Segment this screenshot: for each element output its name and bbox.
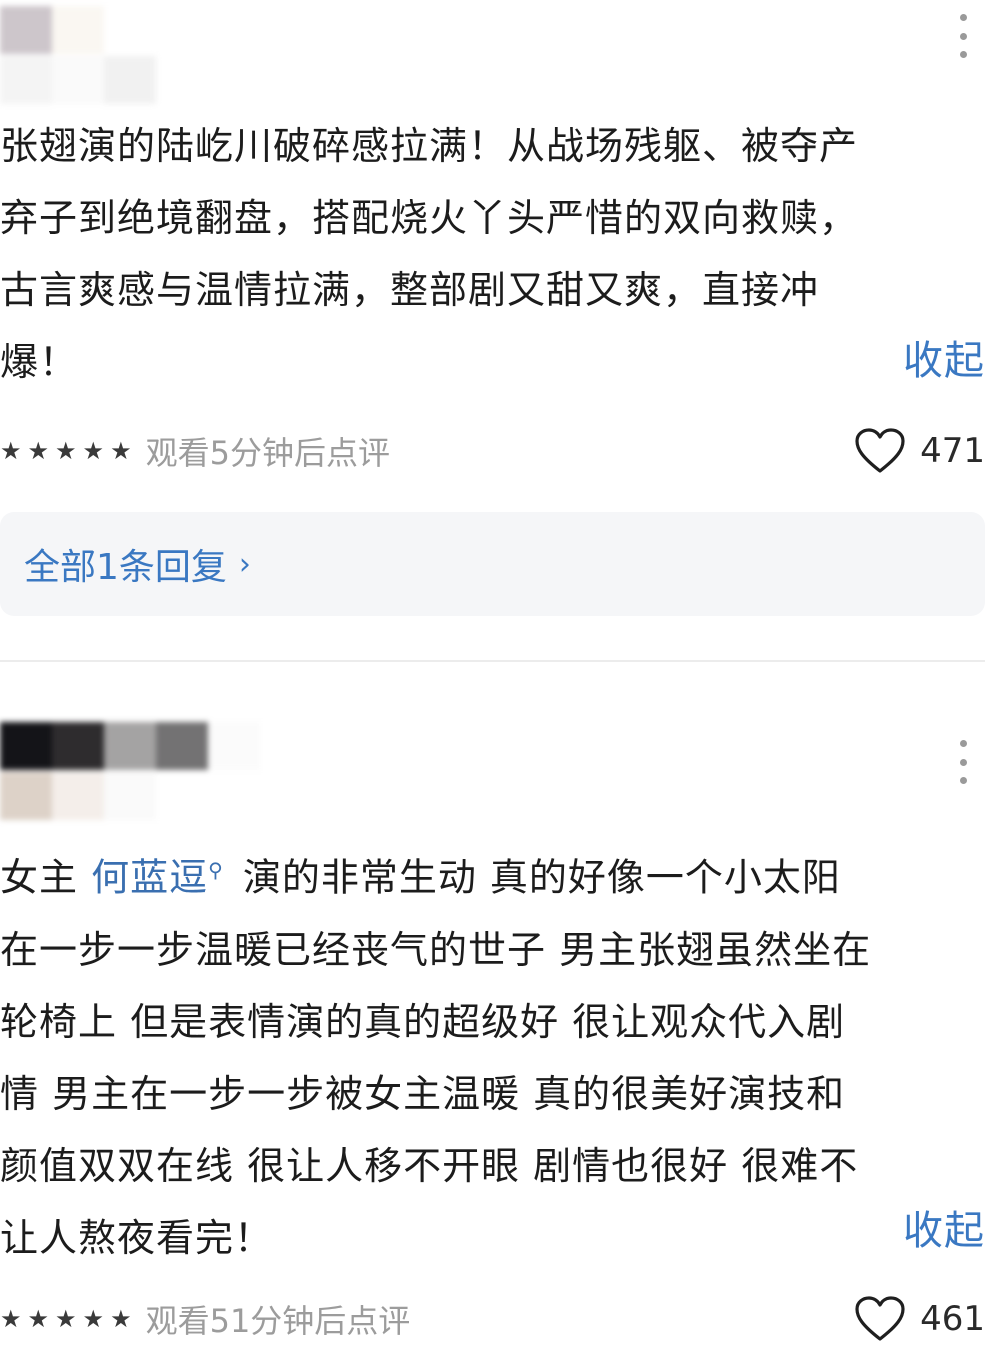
more-options-icon[interactable] [955, 14, 971, 58]
replies-link[interactable]: 全部1条回复 [24, 538, 227, 590]
like-button[interactable]: 461 [854, 1294, 985, 1344]
comment-line: 女主 何蓝逗⚲ 演的非常生动 真的好像一个小太阳 [0, 834, 970, 914]
comment-meta: ★ ★ ★ ★ ★ 观看51分钟后点评 461 [0, 1294, 985, 1344]
comment-line: 张翅演的陆屹川破碎感拉满！从战场残躯、被夺产 [0, 124, 859, 168]
watch-time-note: 观看51分钟后点评 [145, 1302, 411, 1340]
comment-line: 颜值双双在线 很让人移不开眼 剧情也很好 很难不 [0, 1143, 859, 1188]
star-icon: ★ [0, 1305, 22, 1333]
star-icon: ★ [82, 437, 105, 465]
comment-line: 弃子到绝境翻盘，搭配烧火丫头严惜的双向救赎， [0, 196, 859, 240]
search-magnifier-icon[interactable]: ⚲ [208, 858, 224, 882]
comment-item: 女主 何蓝逗⚲ 演的非常生动 真的好像一个小太阳 在一步一步温暖已经丧气的世子 … [0, 662, 985, 1347]
star-icon: ★ [110, 437, 132, 465]
watch-time-note: 观看5分钟后点评 [145, 434, 390, 472]
comment-line: 在一步一步温暖已经丧气的世子 男主张翅虽然坐在 [0, 927, 872, 972]
star-icon: ★ [0, 437, 22, 465]
star-icon: ★ [82, 1305, 105, 1333]
comment-line: 让人熬夜看完！ [0, 1215, 274, 1260]
view-replies-button[interactable]: 全部1条回复 › [0, 512, 985, 616]
more-options-icon[interactable] [955, 740, 971, 784]
star-rating: ★ ★ ★ ★ ★ [0, 439, 132, 463]
collapse-button[interactable]: 收起 [903, 1198, 985, 1256]
like-count: 471 [920, 431, 985, 471]
comment-line-prefix: 女主 [0, 855, 92, 900]
star-rating: ★ ★ ★ ★ ★ [0, 1307, 132, 1331]
star-icon: ★ [27, 437, 50, 465]
blurred-user-avatar[interactable] [0, 722, 312, 820]
blurred-user-avatar[interactable] [0, 6, 156, 104]
star-icon: ★ [55, 437, 77, 465]
comment-item: 张翅演的陆屹川破碎感拉满！从战场残躯、被夺产 弃子到绝境翻盘，搭配烧火丫头严惜的… [0, 0, 985, 662]
comment-line-suffix: 演的非常生动 真的好像一个小太阳 [229, 855, 841, 900]
chevron-right-icon: › [238, 546, 251, 582]
comment-line: 古言爽感与温情拉满，整部剧又甜又爽，直接冲 [0, 268, 820, 312]
actor-mention-link[interactable]: 何蓝逗 [91, 856, 208, 900]
like-button[interactable]: 471 [854, 426, 985, 476]
star-icon: ★ [27, 1305, 50, 1333]
collapse-button[interactable]: 收起 [903, 328, 985, 386]
like-count: 461 [920, 1299, 985, 1339]
heart-outline-icon [855, 1296, 905, 1341]
comment-text: 张翅演的陆屹川破碎感拉满！从战场残躯、被夺产 弃子到绝境翻盘，搭配烧火丫头严惜的… [0, 110, 970, 398]
comment-meta: ★ ★ ★ ★ ★ 观看5分钟后点评 471 [0, 426, 985, 476]
star-icon: ★ [55, 1305, 77, 1333]
comment-line: 爆！ [0, 340, 79, 384]
comment-line: 轮椅上 但是表情演的真的超级好 很让观众代入剧 [0, 999, 846, 1044]
comment-text: 女主 何蓝逗⚲ 演的非常生动 真的好像一个小太阳 在一步一步温暖已经丧气的世子 … [0, 834, 970, 1274]
star-icon: ★ [110, 1305, 132, 1333]
comment-line: 情 男主在一步一步被女主温暖 真的很美好演技和 [0, 1071, 846, 1116]
heart-outline-icon [855, 428, 905, 473]
